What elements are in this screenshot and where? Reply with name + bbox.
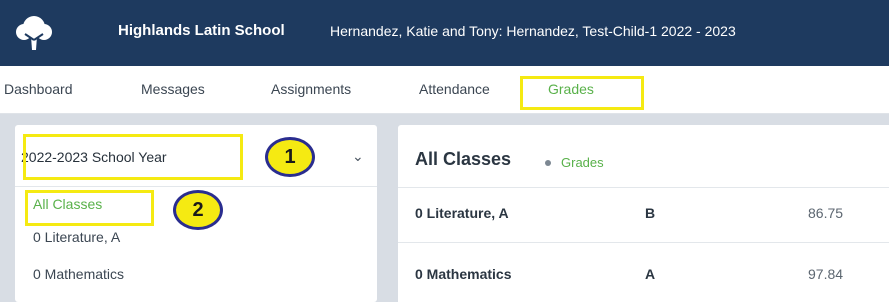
nav-messages[interactable]: Messages [141,81,205,97]
tree-logo-icon[interactable] [14,14,54,52]
nav-attendance[interactable]: Attendance [419,81,490,97]
page-title: All Classes [415,149,512,169]
annotation-marker-2: 2 [173,190,223,230]
sidebar-item-mathematics[interactable]: 0 Mathematics [33,266,124,282]
top-bar: Highlands Latin School Hernandez, Katie … [0,0,889,66]
nav-assignments[interactable]: Assignments [271,81,351,97]
main-nav: Dashboard Messages Assignments Attendanc… [0,66,889,114]
grades-tab-highlight [520,76,644,110]
annotation-marker-1: 1 [265,137,315,177]
family-title: Hernandez, Katie and Tony: Hernandez, Te… [330,23,736,39]
score-mathematics: 97.84 [808,266,844,282]
school-name[interactable]: Highlands Latin School [118,22,285,39]
screenshot-frame: Highlands Latin School Hernandez, Katie … [0,0,889,302]
table-divider [398,242,889,243]
sidebar-item-literature[interactable]: 0 Literature, A [33,229,120,245]
breadcrumb-separator [545,160,551,166]
score-literature: 86.75 [808,205,844,221]
sidebar-divider [15,186,377,187]
breadcrumb-grades[interactable]: Grades [561,155,604,170]
class-name-mathematics[interactable]: 0 Mathematics [415,266,511,282]
letter-grade-literature: B [645,205,656,221]
table-divider [398,187,889,188]
class-name-literature[interactable]: 0 Literature, A [415,205,509,221]
letter-grade-mathematics: A [645,266,656,282]
nav-dashboard[interactable]: Dashboard [4,81,73,97]
chevron-down-icon[interactable]: ⌄ [352,148,364,165]
year-select-highlight [23,134,243,180]
all-classes-highlight [25,190,154,226]
